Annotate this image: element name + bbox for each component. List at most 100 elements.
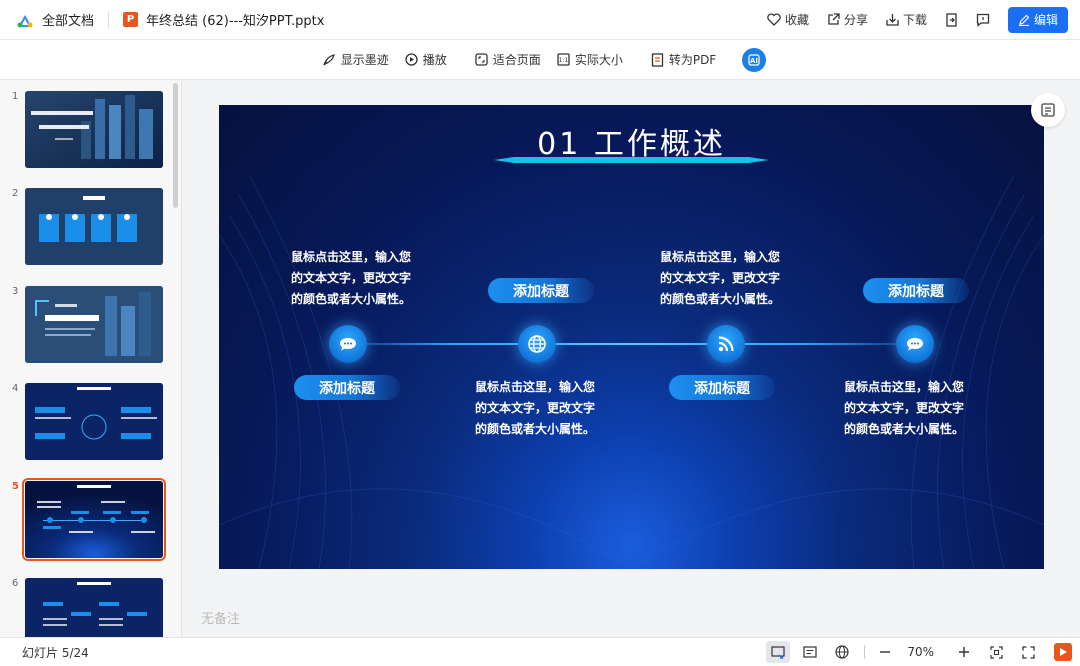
edit-button[interactable]: 编辑 — [1008, 6, 1068, 33]
current-slide[interactable]: 01 工作概述 鼠标点击这里，输入您 的文本文字，更改文字 的颜色或者大小属性。… — [219, 105, 1044, 569]
ink-pen-icon — [323, 53, 335, 65]
slide-canvas-area[interactable]: 01 工作概述 鼠标点击这里，输入您 的文本文字，更改文字 的颜色或者大小属性。… — [183, 81, 1080, 637]
thumbnail-number: 4 — [12, 383, 19, 394]
svg-text:AI: AI — [750, 57, 758, 65]
open-document-icon — [946, 12, 957, 27]
thumbnail-number: 6 — [12, 578, 19, 589]
item-4-text[interactable]: 鼠标点击这里，输入您 的文本文字，更改文字 的颜色或者大小属性。 — [844, 377, 974, 440]
file-name[interactable]: 年终总结 (62)---知汐PPT.pptx — [146, 10, 324, 29]
chat-bubble-icon — [340, 338, 356, 351]
divider — [864, 645, 866, 659]
item-2-text[interactable]: 鼠标点击这里，输入您 的文本文字，更改文字 的颜色或者大小属性。 — [475, 377, 605, 440]
show-ink-button[interactable]: 显示墨迹 — [322, 51, 389, 68]
fit-window-icon — [989, 645, 1003, 659]
actual-size-button[interactable]: 1:1 实际大小 — [557, 51, 623, 68]
normal-view-icon — [771, 645, 785, 659]
cloud-logo-icon[interactable] — [16, 13, 34, 27]
thumbnail-row[interactable]: 3 — [0, 286, 172, 366]
heart-icon — [767, 13, 781, 26]
timeline-node-1[interactable] — [329, 325, 367, 363]
thumbnail-row[interactable]: 1 — [0, 91, 172, 171]
timeline-node-3[interactable] — [707, 325, 745, 363]
text-line: 的文本文字，更改文字 — [844, 401, 965, 415]
play-button[interactable]: 播放 — [405, 51, 447, 68]
thumbnail-number: 2 — [12, 188, 19, 199]
thumbnail-row[interactable]: 4 — [0, 383, 172, 463]
zoom-in-button[interactable] — [952, 641, 976, 663]
comment-button[interactable] — [976, 13, 990, 27]
speaker-notes[interactable]: 无备注 — [201, 608, 240, 627]
thumbnail-number: 5 — [12, 481, 19, 492]
item-1-heading[interactable]: 添加标题 — [294, 375, 400, 400]
share-icon — [828, 13, 840, 25]
slide-thumbnail-4[interactable] — [25, 383, 163, 460]
thumbnail-row[interactable]: 2 — [0, 188, 172, 268]
thumbnail-scrollbar[interactable] — [173, 83, 178, 208]
item-3-text[interactable]: 鼠标点击这里，输入您 的文本文字，更改文字 的颜色或者大小属性。 — [660, 247, 790, 310]
normal-view-button[interactable] — [766, 641, 791, 663]
timeline-line — [329, 343, 929, 345]
ai-assistant-button[interactable]: AI — [742, 47, 767, 72]
globe-icon — [528, 335, 546, 353]
fit-page-icon — [475, 53, 488, 66]
fullscreen-button[interactable] — [1016, 641, 1040, 663]
slide-thumbnail-2[interactable] — [25, 188, 163, 265]
slideshow-play-button[interactable] — [1054, 643, 1072, 661]
text-line: 鼠标点击这里，输入您 — [844, 380, 965, 394]
text-line: 的文本文字，更改文字 — [475, 401, 596, 415]
slide-thumbnails-panel[interactable]: 1 2 3 4 5 6 — [0, 81, 182, 637]
text-line: 鼠标点击这里，输入您 — [660, 250, 781, 264]
text-line: 的文本文字，更改文字 — [660, 271, 781, 285]
all-docs-link[interactable]: 全部文档 — [42, 10, 94, 29]
favorite-button[interactable]: 收藏 — [767, 11, 809, 28]
slide-thumbnail-6[interactable] — [25, 578, 163, 637]
timeline-node-4[interactable] — [896, 325, 934, 363]
outline-view-button[interactable] — [798, 641, 822, 663]
text-line: 的颜色或者大小属性。 — [844, 422, 965, 436]
top-bar: 全部文档 P 年终总结 (62)---知汐PPT.pptx 收藏 分享 下载 编… — [0, 0, 1080, 40]
play-icon — [1059, 648, 1067, 656]
item-4-heading[interactable]: 添加标题 — [863, 278, 969, 303]
play-circle-icon — [405, 53, 418, 66]
zoom-level[interactable]: 70% — [907, 645, 934, 659]
open-in-app-button[interactable] — [945, 12, 958, 27]
text-line: 鼠标点击这里，输入您 — [475, 380, 596, 394]
fit-page-label: 适合页面 — [492, 53, 541, 67]
thumbnail-row[interactable]: 6 — [0, 578, 172, 637]
convert-pdf-label: 转为PDF — [668, 53, 717, 67]
text-line: 的颜色或者大小属性。 — [475, 422, 596, 436]
download-button[interactable]: 下载 — [886, 11, 927, 28]
thumbnail-number: 1 — [12, 91, 19, 102]
ai-assistant-icon: AI — [748, 53, 760, 66]
title-underline — [494, 157, 769, 163]
thumbnail-row[interactable]: 5 — [0, 478, 172, 561]
comment-icon — [976, 13, 990, 27]
play-label: 播放 — [422, 53, 447, 67]
notes-panel-button[interactable] — [1031, 93, 1065, 127]
language-button[interactable] — [830, 641, 854, 663]
rss-icon — [718, 336, 734, 352]
svg-text:1:1: 1:1 — [558, 57, 568, 64]
share-label: 分享 — [843, 13, 868, 27]
slide-counter: 幻灯片 5/24 — [22, 645, 89, 660]
timeline-node-2[interactable] — [518, 325, 556, 363]
fit-window-button[interactable] — [984, 641, 1008, 663]
view-toolbar: 显示墨迹 播放 适合页面 1:1 实际大小 转为PDF AI — [0, 40, 1080, 80]
fit-page-button[interactable]: 适合页面 — [475, 51, 541, 68]
slide-thumbnail-5[interactable] — [22, 478, 166, 561]
item-2-heading[interactable]: 添加标题 — [488, 278, 594, 303]
notes-icon — [1041, 103, 1055, 117]
status-bar: 幻灯片 5/24 70% — [0, 637, 1080, 666]
item-1-text[interactable]: 鼠标点击这里，输入您 的文本文字，更改文字 的颜色或者大小属性。 — [291, 247, 421, 310]
convert-pdf-button[interactable]: 转为PDF — [651, 51, 716, 68]
slide-thumbnail-3[interactable] — [25, 286, 163, 363]
outline-view-icon — [803, 646, 817, 658]
ppt-file-icon: P — [123, 12, 139, 27]
text-line: 的颜色或者大小属性。 — [660, 292, 781, 306]
share-button[interactable]: 分享 — [827, 11, 868, 28]
pdf-icon — [651, 52, 663, 67]
item-3-heading[interactable]: 添加标题 — [669, 375, 775, 400]
globe-icon — [835, 645, 849, 659]
slide-thumbnail-1[interactable] — [25, 91, 163, 168]
zoom-out-button[interactable] — [873, 641, 897, 663]
